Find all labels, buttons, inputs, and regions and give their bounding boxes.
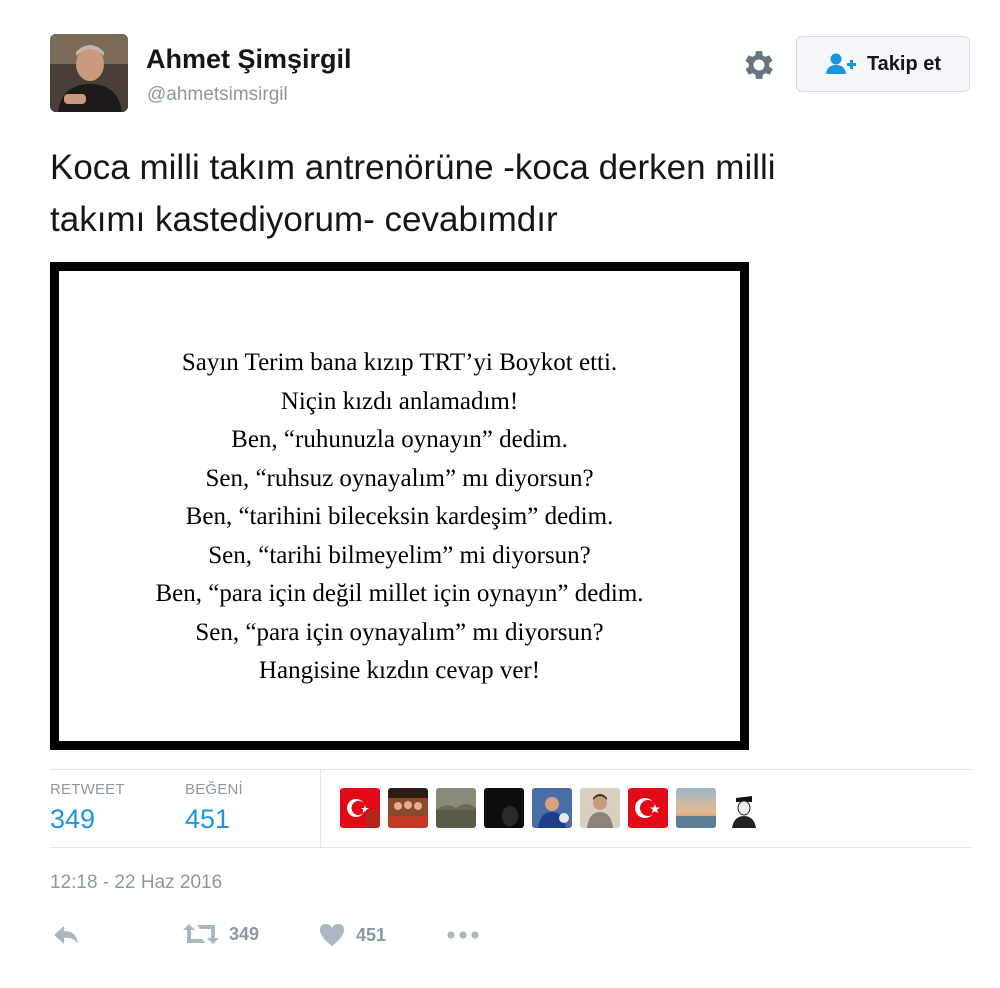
poem-line: Niçin kızdı anlamadım! xyxy=(280,387,519,415)
liker-avatar[interactable] xyxy=(388,788,428,828)
like-stat-count[interactable]: 451 xyxy=(185,804,230,835)
liker-avatar[interactable] xyxy=(436,788,476,828)
tweet-text-line: Koca milli takım antrenörüne -koca derke… xyxy=(50,148,776,187)
heart-icon xyxy=(320,924,344,946)
follow-button[interactable]: Takip et xyxy=(796,36,970,92)
tweet-image[interactable]: Sayın Terim bana kızıp TRT’yi Boykot ett… xyxy=(50,262,749,750)
user-handle[interactable]: @ahmetsimsirgil xyxy=(147,84,288,106)
like-button[interactable]: 451 xyxy=(318,922,386,948)
retweet-button[interactable]: 349 xyxy=(183,922,259,946)
poem-line: Sen, “para için oynayalım” mı diyorsun? xyxy=(195,618,604,646)
divider xyxy=(50,769,972,770)
user-avatar[interactable] xyxy=(50,34,128,112)
more-options-button[interactable] xyxy=(446,922,480,948)
divider xyxy=(50,847,972,848)
liker-avatar[interactable] xyxy=(724,788,764,828)
retweet-icon xyxy=(183,924,219,944)
gear-icon[interactable] xyxy=(740,46,778,84)
avatar-photo xyxy=(50,34,128,112)
liker-avatar[interactable] xyxy=(676,788,716,828)
likers-list xyxy=(340,788,764,828)
retweet-stat-label: RETWEET xyxy=(50,781,125,798)
more-icon xyxy=(447,931,479,939)
like-stat-label: BEĞENİ xyxy=(185,781,243,798)
retweet-action-count: 349 xyxy=(229,923,260,944)
reply-button[interactable] xyxy=(52,922,80,948)
liker-avatar[interactable] xyxy=(580,788,620,828)
liker-avatar[interactable] xyxy=(628,788,668,828)
poem-line: Sayın Terim bana kızıp TRT’yi Boykot ett… xyxy=(181,349,618,376)
user-name[interactable]: Ahmet Şimşirgil xyxy=(146,44,352,75)
poem-line: Sen, “tarihi bilmeyelim” mi diyorsun? xyxy=(208,541,591,569)
tweet-timestamp[interactable]: 12:18 - 22 Haz 2016 xyxy=(50,872,222,894)
poem-line: Hangisine kızdın cevap ver! xyxy=(258,657,541,684)
retweet-stat-count[interactable]: 349 xyxy=(50,804,95,835)
stats-separator xyxy=(320,770,321,848)
reply-icon xyxy=(54,926,78,944)
poem-line: Sen, “ruhsuz oynayalım” mı diyorsun? xyxy=(205,464,594,492)
add-user-icon xyxy=(825,53,856,74)
liker-avatar[interactable] xyxy=(484,788,524,828)
like-action-count: 451 xyxy=(356,924,387,945)
poem-line: Ben, “ruhunuzla oynayın” dedim. xyxy=(231,426,568,453)
tweet-text: Koca milli takım antrenörüne -koca derke… xyxy=(50,142,980,246)
poem-text: Sayın Terim bana kızıp TRT’yi Boykot ett… xyxy=(59,344,740,691)
liker-avatar[interactable] xyxy=(532,788,572,828)
follow-button-label: Takip et xyxy=(866,52,942,75)
poem-line: Ben, “tarihini bileceksin kardeşim” dedi… xyxy=(185,503,614,530)
tweet-text-line: takımı kastediyorum- cevabımdır xyxy=(50,200,558,239)
liker-avatar[interactable] xyxy=(340,788,380,828)
poem-line: Ben, “para için değil millet için oynayı… xyxy=(155,580,644,607)
